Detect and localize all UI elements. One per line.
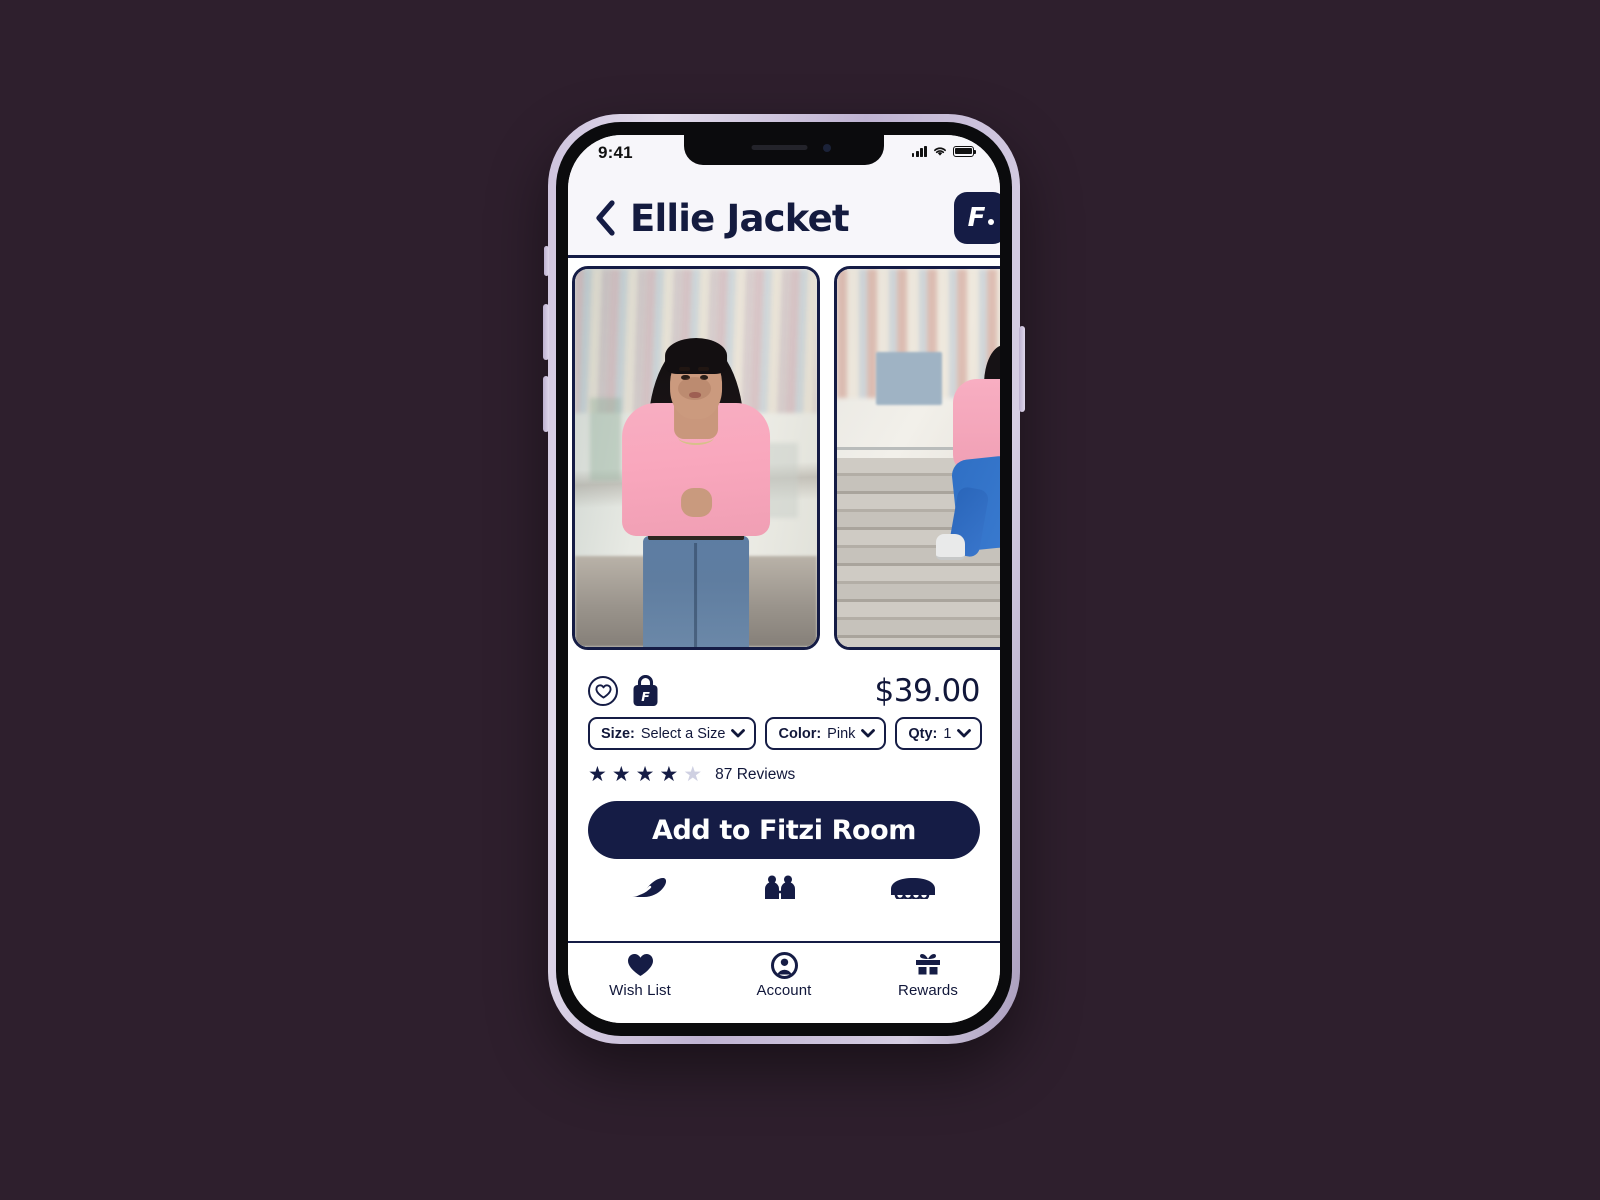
rating-row[interactable]: ★ ★ ★ ★ ★ 87 Reviews (588, 764, 980, 785)
product-selectors: Size: Select a Size Color: Pink Qty: 1 (588, 717, 983, 750)
storefront-icon[interactable] (888, 877, 938, 899)
chevron-down-icon (731, 729, 746, 738)
fitzi-logo[interactable]: F (954, 192, 1000, 244)
product-actions-row: F $39.00 (588, 668, 981, 714)
product-photo-seated[interactable] (834, 266, 1000, 650)
battery-icon (953, 145, 977, 157)
page-title: Ellie Jacket (630, 196, 850, 240)
phone-screen: 9:41 Ellie Jacket F F $39.00 Size: Selec… (568, 135, 1000, 1023)
product-info: F $39.00 Size: Select a Size Color: Pink… (568, 658, 1000, 941)
star-filled-icon: ★ (588, 763, 607, 786)
two-people-icon[interactable] (757, 875, 803, 899)
heart-outline-icon (594, 683, 612, 699)
star-filled-icon: ★ (611, 763, 631, 786)
star-rating: ★ ★ ★ ★ ★ (588, 764, 702, 785)
qty-selector[interactable]: Qty: 1 (895, 717, 983, 750)
volume-down-button[interactable] (543, 376, 549, 432)
qty-selector-value: 1 (943, 725, 952, 742)
chevron-left-icon (596, 200, 615, 236)
wifi-icon (934, 147, 946, 156)
user-circle-icon (770, 951, 798, 979)
front-camera-icon (823, 144, 831, 152)
shoe-icon[interactable] (630, 877, 672, 899)
cellular-bars-icon (911, 145, 927, 157)
phone-frame: 9:41 Ellie Jacket F F $39.00 Size: Selec… (543, 114, 1025, 1044)
svg-text:F: F (641, 689, 650, 704)
app-header: Ellie Jacket F (568, 181, 1000, 255)
tab-account-label: Account (756, 982, 812, 999)
star-filled-icon: ★ (659, 763, 679, 786)
tab-rewards[interactable]: Rewards (856, 952, 1000, 999)
reviews-count: 87 Reviews (715, 765, 796, 783)
bottom-tab-bar: Wish List Account Rewards (568, 941, 1000, 1023)
shopping-bag-icon: F (633, 674, 658, 706)
product-photo-front[interactable] (572, 266, 820, 650)
star-filled-icon: ★ (635, 763, 655, 786)
size-selector[interactable]: Size: Select a Size (588, 717, 757, 750)
volume-up-button[interactable] (543, 304, 549, 360)
tab-account[interactable]: Account (712, 951, 856, 999)
silent-switch[interactable] (544, 246, 549, 276)
color-selector-value: Pink (827, 725, 856, 742)
gift-icon (914, 952, 942, 978)
heart-filled-icon (627, 952, 654, 978)
phone-bezel: 9:41 Ellie Jacket F F $39.00 Size: Selec… (556, 122, 1012, 1036)
star-empty-icon: ★ (683, 763, 703, 786)
action-icons: F (588, 674, 661, 708)
color-selector[interactable]: Color: Pink (765, 717, 887, 750)
chevron-down-icon (861, 729, 876, 738)
status-bar: 9:41 (568, 135, 1000, 181)
product-price: $39.00 (874, 673, 981, 709)
earpiece-speaker (751, 145, 808, 150)
size-selector-label: Size: (601, 725, 635, 742)
tab-wish-list-label: Wish List (609, 982, 671, 999)
photo-layers (575, 269, 817, 647)
tab-wish-list[interactable]: Wish List (568, 952, 712, 999)
status-indicators (911, 143, 977, 157)
device-notch (684, 135, 884, 165)
fitzi-logo-dot (988, 219, 995, 225)
size-selector-value: Select a Size (640, 725, 726, 742)
qty-selector-label: Qty: (908, 725, 938, 742)
wishlist-button[interactable] (588, 676, 618, 706)
secondary-icon-row (588, 873, 980, 899)
product-gallery[interactable] (568, 258, 1000, 658)
add-to-fitzi-room-button[interactable]: Add to Fitzi Room (588, 801, 980, 859)
power-button[interactable] (1019, 326, 1025, 412)
fitzi-logo-letter: F (967, 203, 986, 233)
status-time: 9:41 (598, 143, 633, 162)
tab-rewards-label: Rewards (898, 982, 958, 999)
chevron-down-icon (957, 729, 972, 738)
color-selector-label: Color: (778, 725, 822, 742)
photo-layers (837, 269, 1000, 647)
back-button[interactable] (588, 198, 622, 238)
shopping-bag-button[interactable]: F (630, 674, 661, 708)
